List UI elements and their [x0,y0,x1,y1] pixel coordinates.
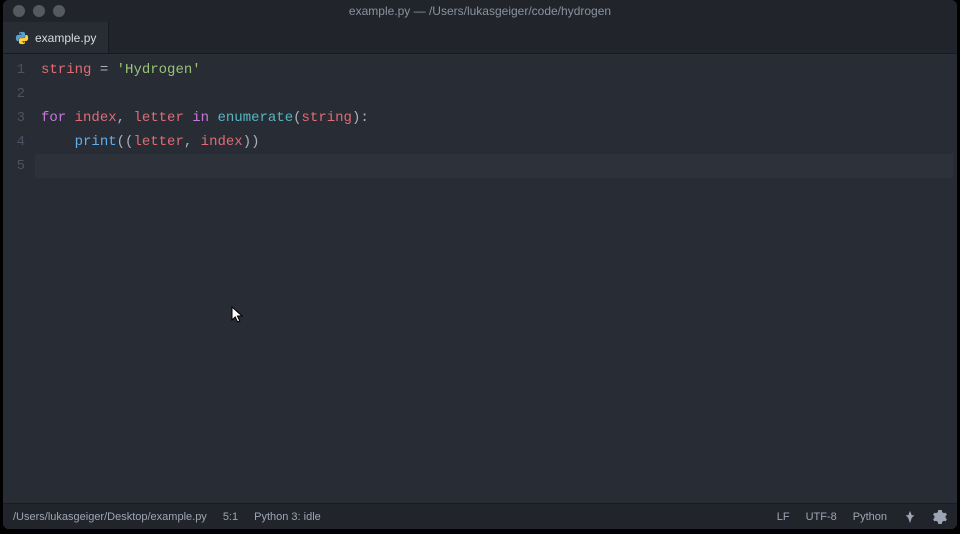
status-bar: /Users/lukasgeiger/Desktop/example.py 5:… [3,503,957,529]
traffic-lights [3,5,65,17]
status-filepath[interactable]: /Users/lukasgeiger/Desktop/example.py [13,511,207,523]
status-eol[interactable]: LF [777,511,790,523]
python-icon [15,31,29,45]
line-number: 5 [3,154,35,178]
status-kernel[interactable]: Python 3: idle [254,511,321,523]
code-line[interactable] [35,82,957,106]
code-line[interactable]: for index, letter in enumerate(string): [35,106,957,130]
code-area[interactable]: string = 'Hydrogen' for index, letter in … [35,54,957,503]
pin-icon[interactable] [903,510,917,524]
tab-label: example.py [35,31,96,45]
status-cursor-position[interactable]: 5:1 [223,511,238,523]
window-title: example.py — /Users/lukasgeiger/code/hyd… [3,4,957,18]
titlebar: example.py — /Users/lukasgeiger/code/hyd… [3,0,957,22]
zoom-icon[interactable] [53,5,65,17]
line-number: 2 [3,82,35,106]
tab-example-py[interactable]: example.py [3,22,109,53]
status-encoding[interactable]: UTF-8 [806,511,837,523]
minimize-icon[interactable] [33,5,45,17]
line-gutter: 12345 [3,54,35,503]
gear-icon[interactable] [933,510,947,524]
code-line[interactable]: string = 'Hydrogen' [35,58,957,82]
active-line-highlight [35,154,953,178]
tab-bar: example.py [3,22,957,54]
code-editor[interactable]: 12345 string = 'Hydrogen' for index, lett… [3,54,957,503]
line-number: 1 [3,58,35,82]
line-number: 4 [3,130,35,154]
close-icon[interactable] [13,5,25,17]
editor-window: example.py — /Users/lukasgeiger/code/hyd… [3,0,957,529]
status-grammar[interactable]: Python [853,511,887,523]
line-number: 3 [3,106,35,130]
code-line[interactable]: print((letter, index)) [35,130,957,154]
